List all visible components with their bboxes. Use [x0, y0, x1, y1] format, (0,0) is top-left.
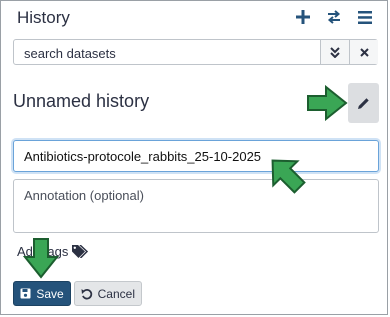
switch-icon[interactable] [324, 7, 344, 27]
history-name-input[interactable] [13, 140, 379, 172]
menu-icon[interactable] [355, 7, 375, 27]
save-icon [20, 288, 31, 299]
history-name: Unnamed history [13, 91, 150, 111]
undo-icon [81, 288, 93, 299]
clear-search-button[interactable] [349, 40, 378, 64]
save-button[interactable]: Save [13, 281, 71, 306]
search-input[interactable] [22, 40, 316, 66]
cancel-button[interactable]: Cancel [74, 281, 142, 306]
arrow-annotation-edit [307, 85, 348, 121]
plus-icon[interactable] [293, 7, 313, 27]
advanced-search-button[interactable] [320, 40, 349, 64]
add-tags-button[interactable]: Add tags [17, 244, 89, 259]
cancel-label: Cancel [97, 286, 135, 301]
double-chevron-down-icon [330, 46, 340, 58]
annotation-field[interactable] [13, 179, 379, 233]
search-bar [13, 39, 378, 66]
save-label: Save [36, 286, 64, 301]
add-tags-label: Add tags [17, 244, 69, 259]
history-panel: History Unnamed history Add tags [0, 0, 388, 315]
edit-history-button[interactable] [348, 83, 379, 123]
tags-icon [72, 245, 89, 258]
pencil-icon [358, 97, 369, 109]
close-icon [359, 47, 369, 57]
panel-title: History [17, 8, 70, 27]
